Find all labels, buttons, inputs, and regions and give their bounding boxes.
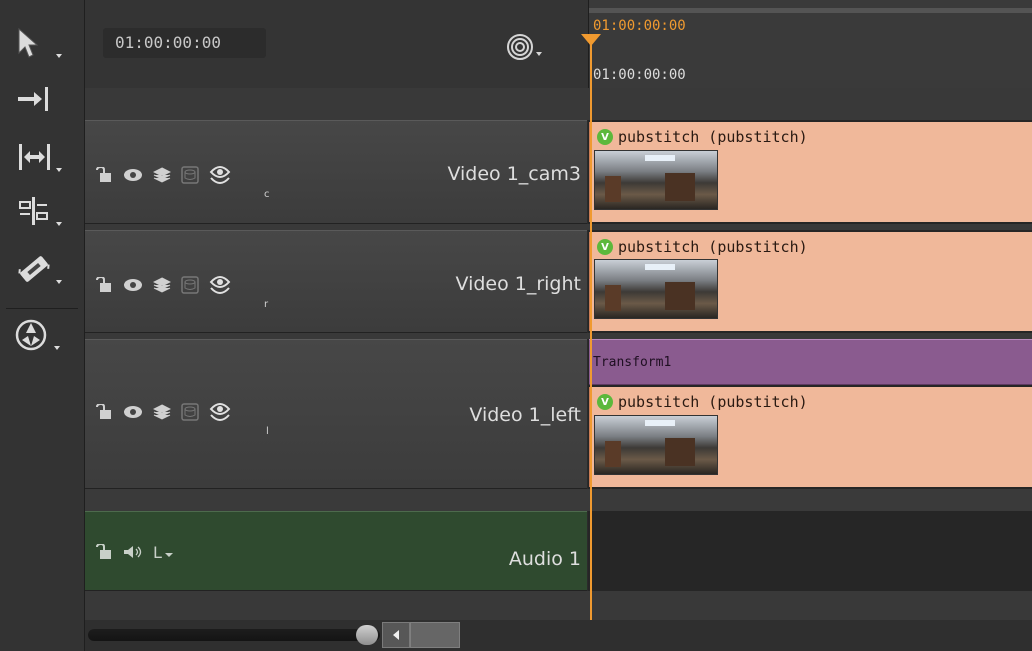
clip-label: V pubstitch (pubstitch) — [597, 128, 808, 146]
track-header-video-cam3[interactable]: c Video 1_cam3 — [85, 120, 587, 224]
layers-icon[interactable] — [153, 404, 171, 420]
track-name: Audio 1 — [508, 548, 581, 570]
zoom-slider-track[interactable] — [88, 629, 380, 641]
razor-blade-icon — [18, 256, 50, 282]
snap-target-icon[interactable] — [505, 32, 543, 66]
view-letter: r — [264, 299, 269, 310]
track-header-video-left[interactable]: l Video 1_left — [85, 339, 587, 489]
slip-tool-button[interactable] — [14, 138, 64, 176]
track-header-video-right[interactable]: r Video 1_right — [85, 230, 587, 333]
clip-thumbnail — [594, 415, 718, 475]
arrow-to-bar-icon — [18, 87, 48, 111]
clip-label: V pubstitch (pubstitch) — [597, 393, 808, 411]
horizontal-scrollbar-thumb[interactable] — [410, 622, 460, 648]
video-audio-divider[interactable] — [85, 489, 1032, 511]
eye-icon[interactable] — [123, 168, 143, 182]
track-name: Video 1_left — [469, 404, 581, 426]
clip-label: V pubstitch (pubstitch) — [597, 238, 808, 256]
track-lane-video-cam3[interactable]: V pubstitch (pubstitch) — [588, 120, 1032, 224]
stereo-eye-icon[interactable] — [209, 274, 231, 296]
database-icon[interactable] — [181, 403, 199, 421]
speaker-icon[interactable] — [123, 545, 143, 559]
view-letter: c — [264, 189, 270, 200]
effect-clip-transform[interactable]: Transform1 — [589, 339, 1032, 385]
zoom-slider-handle[interactable] — [356, 625, 378, 645]
track-area-bottom-spacer — [85, 591, 1032, 620]
track-lane-audio-1[interactable] — [588, 511, 1032, 591]
aperture-circle-icon — [15, 319, 47, 351]
pointer-tool-button[interactable] — [14, 24, 64, 62]
track-lane-video-right[interactable]: V pubstitch (pubstitch) — [588, 230, 1032, 333]
version-badge: V — [597, 394, 613, 410]
eye-icon[interactable] — [123, 278, 143, 292]
multi-view-tool-button[interactable] — [14, 316, 64, 354]
lock-open-icon[interactable] — [95, 404, 113, 420]
razor-tool-button[interactable] — [14, 250, 64, 288]
track-name: Video 1_cam3 — [447, 163, 581, 185]
track-area-top-spacer — [85, 88, 1032, 120]
current-timecode-display[interactable]: 01:00:00:00 — [103, 28, 266, 58]
clip-pubstitch[interactable]: V pubstitch (pubstitch) — [589, 232, 1032, 331]
stereo-eye-icon[interactable] — [209, 164, 231, 186]
playhead-line[interactable] — [590, 40, 592, 620]
layers-icon[interactable] — [153, 277, 171, 293]
ruler-range-bar — [589, 8, 1032, 13]
version-badge: V — [597, 239, 613, 255]
roll-edit-icon — [19, 197, 48, 225]
stereo-eye-icon[interactable] — [209, 401, 231, 423]
channel-select[interactable]: L — [153, 543, 173, 562]
arrow-pointer-icon — [18, 27, 39, 58]
chevron-left-icon — [393, 630, 399, 640]
track-controls — [95, 163, 231, 187]
track-select-tool-button[interactable] — [14, 80, 64, 118]
layers-icon[interactable] — [153, 167, 171, 183]
lock-open-icon[interactable] — [95, 167, 113, 183]
clip-name: pubstitch (pubstitch) — [618, 393, 808, 411]
clip-name: pubstitch (pubstitch) — [618, 128, 808, 146]
lock-open-icon[interactable] — [95, 544, 113, 560]
eye-icon[interactable] — [123, 405, 143, 419]
clip-thumbnail — [594, 150, 718, 210]
track-lane-video-left[interactable]: Transform1 V pubstitch (pubstitch) — [588, 339, 1032, 489]
clip-name: pubstitch (pubstitch) — [618, 238, 808, 256]
roll-tool-button[interactable] — [14, 192, 64, 230]
playhead-timecode: 01:00:00:00 — [593, 18, 686, 34]
chevron-down-icon — [164, 553, 173, 557]
clip-pubstitch[interactable]: V pubstitch (pubstitch) — [589, 387, 1032, 487]
toolbar-divider — [6, 308, 78, 309]
slip-brackets-icon — [19, 144, 50, 170]
database-icon[interactable] — [181, 166, 199, 184]
channel-label: L — [153, 542, 162, 562]
track-controls — [95, 400, 231, 424]
track-header-audio-1[interactable]: L Audio 1 — [85, 511, 587, 591]
lock-open-icon[interactable] — [95, 277, 113, 293]
track-controls — [95, 273, 231, 297]
track-name: Video 1_right — [455, 273, 581, 295]
scroll-left-button[interactable] — [382, 622, 410, 648]
ruler-tick-label: 01:00:00:00 — [593, 67, 686, 83]
database-icon[interactable] — [181, 276, 199, 294]
clip-pubstitch[interactable]: V pubstitch (pubstitch) — [589, 122, 1032, 222]
view-letter: l — [266, 426, 269, 437]
tool-palette — [0, 0, 85, 651]
version-badge: V — [597, 129, 613, 145]
audio-track-controls: L — [95, 540, 173, 564]
clip-thumbnail — [594, 259, 718, 319]
